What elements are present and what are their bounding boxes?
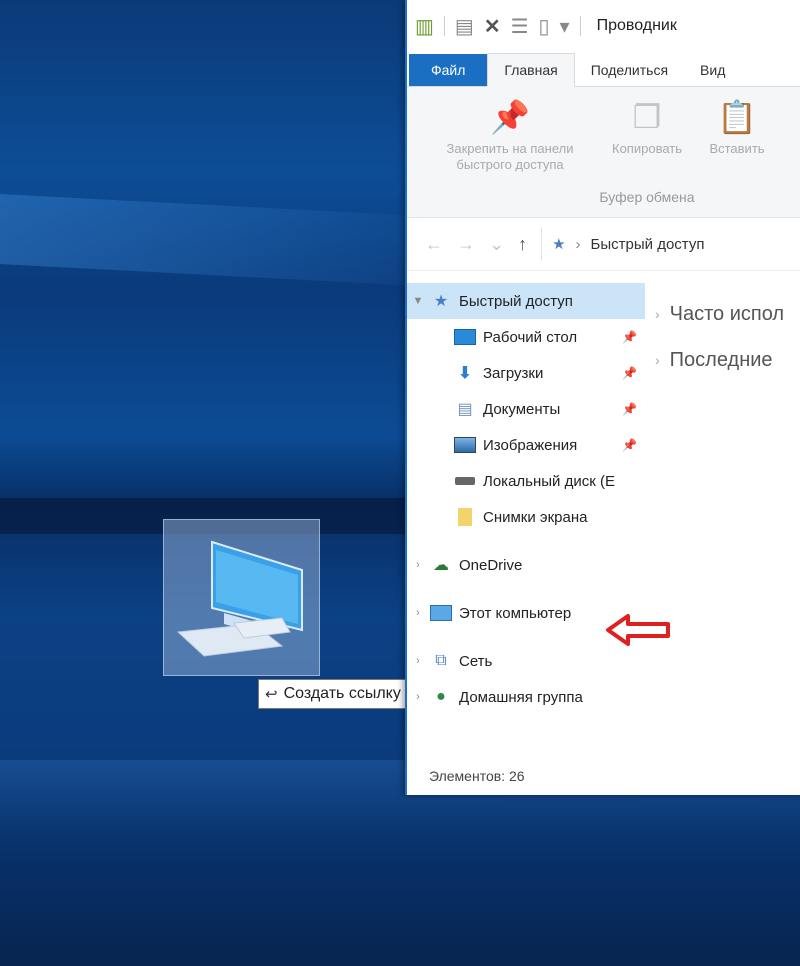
nav-item-label: Документы <box>483 400 561 418</box>
content-pane: › Часто испол › Последние <box>655 291 800 383</box>
pictures-icon <box>453 435 477 455</box>
nav-item-label: Этот компьютер <box>459 604 572 622</box>
nav-item-homegroup[interactable]: › ● Домашняя группа <box>407 679 645 715</box>
paste-label: Вставить <box>709 141 765 156</box>
window-title: Проводник <box>596 17 677 34</box>
nav-item-documents[interactable]: ▤ Документы 📌 <box>407 391 645 427</box>
pin-label-line1: Закрепить на панели <box>446 141 574 156</box>
pin-icon: 📌 <box>622 402 637 416</box>
wallpaper-light-band <box>0 193 420 287</box>
pin-icon: 📌 <box>622 438 637 452</box>
explorer-body: ▼ ★ Быстрый доступ Рабочий стол 📌 ⬇ Загр… <box>407 271 800 781</box>
group-header-label: Последние <box>669 348 773 371</box>
onedrive-icon: ☁ <box>433 557 449 574</box>
chevron-right-icon[interactable]: › <box>407 691 429 703</box>
address-location: Быстрый доступ <box>590 235 705 253</box>
nav-item-label: Сеть <box>459 652 493 670</box>
ribbon-tabs: Файл Главная Поделиться Вид <box>407 52 800 87</box>
nav-item-desktop[interactable]: Рабочий стол 📌 <box>407 319 645 355</box>
address-bar-row: ← → ⌄ ↑ ★ › Быстрый доступ <box>407 218 800 271</box>
divider <box>579 16 581 36</box>
nav-item-label: Изображения <box>483 436 578 454</box>
nav-item-pictures[interactable]: Изображения 📌 <box>407 427 645 463</box>
nav-item-label: Снимки экрана <box>483 508 588 526</box>
pin-to-quick-access-button[interactable]: 📌 Закрепить на панели быстрого доступа <box>415 93 605 173</box>
nav-item-label: OneDrive <box>459 556 523 574</box>
group-header-label: Часто испол <box>669 302 785 325</box>
tab-file[interactable]: Файл <box>409 54 488 86</box>
rename-icon[interactable]: ☰ <box>511 14 529 39</box>
title-bar: ▥ ▤ ✕ ☰ ▯ ▾ Проводник <box>407 0 800 52</box>
nav-item-downloads[interactable]: ⬇ Загрузки 📌 <box>407 355 645 391</box>
nav-item-quick-access[interactable]: ▼ ★ Быстрый доступ <box>407 283 645 319</box>
pin-icon: 📌 <box>622 330 637 344</box>
up-icon[interactable]: ↑ <box>518 234 527 255</box>
nav-item-label: Загрузки <box>483 364 544 382</box>
properties-icon[interactable]: ▤ <box>455 14 474 39</box>
copy-icon: ❐ <box>632 99 662 135</box>
computer-icon <box>176 540 303 657</box>
star-icon: ★ <box>552 236 566 253</box>
divider <box>443 16 445 36</box>
chevron-right-icon: › <box>575 235 581 253</box>
chevron-right-icon[interactable]: › <box>407 607 429 619</box>
copy-label: Копировать <box>612 141 682 156</box>
delete-icon[interactable]: ✕ <box>484 14 501 39</box>
nav-item-label: Домашняя группа <box>459 688 583 706</box>
group-header-recent[interactable]: › Последние <box>655 337 800 383</box>
homegroup-icon: ● <box>436 688 446 705</box>
nav-item-onedrive[interactable]: › ☁ OneDrive <box>407 547 645 583</box>
pin-label-line2: быстрого доступа <box>456 157 564 172</box>
paste-button[interactable]: 📋 Вставить <box>699 93 775 157</box>
tab-view[interactable]: Вид <box>684 54 741 86</box>
computer-icon <box>429 603 453 623</box>
star-icon: ★ <box>433 293 449 310</box>
file-explorer-window[interactable]: ▥ ▤ ✕ ☰ ▯ ▾ Проводник Файл Главная Подел… <box>405 0 800 795</box>
dragged-computer-icon[interactable] <box>163 519 320 676</box>
chevron-right-icon: › <box>655 352 660 368</box>
drive-icon <box>453 471 477 491</box>
tab-home[interactable]: Главная <box>487 53 575 87</box>
copy-button[interactable]: ❐ Копировать <box>597 93 697 157</box>
ribbon: 📌 Закрепить на панели быстрого доступа ❐… <box>407 87 800 218</box>
navigation-pane: ▼ ★ Быстрый доступ Рабочий стол 📌 ⬇ Загр… <box>407 283 645 715</box>
back-icon[interactable]: ← <box>425 234 443 255</box>
document-icon: ▤ <box>457 401 473 418</box>
link-arrow-icon: ↩ <box>265 686 278 703</box>
chevron-right-icon[interactable]: › <box>407 559 429 571</box>
nav-item-local-disk[interactable]: Локальный диск (Е <box>407 463 645 499</box>
status-bar: Элементов: 26 <box>429 768 525 784</box>
nav-item-label: Локальный диск (Е <box>483 472 615 490</box>
chevron-right-icon: › <box>655 306 660 322</box>
group-header-frequent[interactable]: › Часто испол <box>655 291 800 337</box>
customize-quick-access-icon[interactable]: ▾ <box>560 14 570 39</box>
folder-icon <box>453 507 477 527</box>
ribbon-group-label: Буфер обмена <box>599 189 695 205</box>
nav-item-label: Рабочий стол <box>483 328 578 346</box>
nav-item-network[interactable]: › ⧉ Сеть <box>407 643 645 679</box>
nav-item-label: Быстрый доступ <box>459 292 573 310</box>
folder-icon[interactable]: ▥ <box>415 14 434 39</box>
tab-share[interactable]: Поделиться <box>575 54 684 86</box>
nav-item-screenshots[interactable]: Снимки экрана <box>407 499 645 535</box>
forward-icon[interactable]: → <box>457 234 475 255</box>
chevron-right-icon[interactable]: › <box>407 655 429 667</box>
desktop-icon <box>453 327 477 347</box>
pin-icon: 📌 <box>622 366 637 380</box>
red-arrow-annotation-icon <box>606 614 670 646</box>
recent-locations-icon[interactable]: ⌄ <box>489 234 504 255</box>
download-arrow-icon: ⬇ <box>458 365 472 382</box>
new-folder-icon[interactable]: ▯ <box>539 14 550 39</box>
network-icon: ⧉ <box>435 652 447 669</box>
paste-icon: 📋 <box>717 99 757 135</box>
pin-icon: 📌 <box>490 99 530 135</box>
address-bar[interactable]: ★ › Быстрый доступ <box>541 228 704 260</box>
chevron-down-icon[interactable]: ▼ <box>407 295 429 307</box>
